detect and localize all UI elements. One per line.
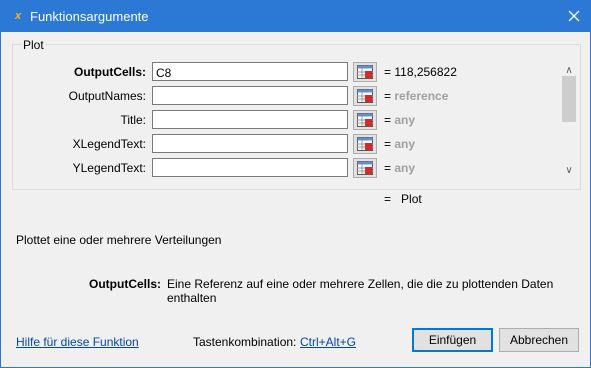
- shortcut-label: Tastenkombination:: [193, 335, 297, 349]
- range-select-icon: [357, 137, 373, 151]
- ylegendtext-result: = any: [384, 161, 416, 175]
- arg-label-outputcells: OutputCells:: [74, 65, 146, 79]
- window-title: Funktionsargumente: [30, 9, 149, 24]
- range-select-icon: [357, 65, 373, 79]
- close-icon: [568, 10, 580, 22]
- xlegendtext-input[interactable]: [152, 134, 348, 153]
- outputnames-input[interactable]: [152, 86, 348, 105]
- xlegendtext-reference-button[interactable]: [353, 134, 377, 154]
- argument-help-name: OutputCells:: [89, 277, 161, 291]
- outputnames-reference-button[interactable]: [353, 86, 377, 106]
- scrollbar-thumb[interactable]: [562, 76, 576, 122]
- title-reference-button[interactable]: [353, 110, 377, 130]
- arg-label-title: Title:: [120, 113, 146, 127]
- arguments-scrollbar[interactable]: ∧ ∨: [562, 64, 576, 178]
- title-result: = any: [384, 113, 416, 127]
- function-arguments-dialog: x Funktionsargumente Plot OutputCells: =…: [0, 0, 591, 368]
- arg-label-ylegendtext: YLegendText:: [72, 161, 146, 175]
- xlegendtext-result: = any: [384, 137, 416, 151]
- title-input[interactable]: [152, 110, 348, 129]
- range-select-icon: [357, 113, 373, 127]
- help-link[interactable]: Hilfe für diese Funktion: [16, 335, 139, 349]
- range-select-icon: [357, 89, 373, 103]
- cancel-button[interactable]: Abbrechen: [499, 328, 579, 352]
- shortcut-link[interactable]: Ctrl+Alt+G: [300, 335, 356, 349]
- formula-result: = Plot: [384, 192, 422, 206]
- close-button[interactable]: [558, 1, 590, 32]
- ylegendtext-reference-button[interactable]: [353, 158, 377, 178]
- outputnames-result: = reference: [384, 89, 449, 103]
- insert-button[interactable]: Einfügen: [412, 328, 493, 352]
- chevron-down-icon[interactable]: ∨: [562, 164, 576, 178]
- arg-label-outputnames: OutputNames:: [68, 89, 146, 103]
- function-description: Plottet eine oder mehrere Verteilungen: [16, 233, 222, 247]
- title-bar: x Funktionsargumente: [1, 1, 590, 32]
- range-select-icon: [357, 161, 373, 175]
- excel-fx-icon: x: [15, 10, 22, 22]
- argument-help-text: Eine Referenz auf eine oder mehrere Zell…: [167, 277, 554, 305]
- outputcells-result: = 118,256822: [384, 65, 457, 79]
- group-title: Plot: [21, 38, 46, 52]
- outputcells-reference-button[interactable]: [353, 62, 377, 82]
- arg-label-xlegendtext: XLegendText:: [72, 137, 146, 151]
- ylegendtext-input[interactable]: [152, 158, 348, 177]
- outputcells-input[interactable]: [152, 62, 348, 81]
